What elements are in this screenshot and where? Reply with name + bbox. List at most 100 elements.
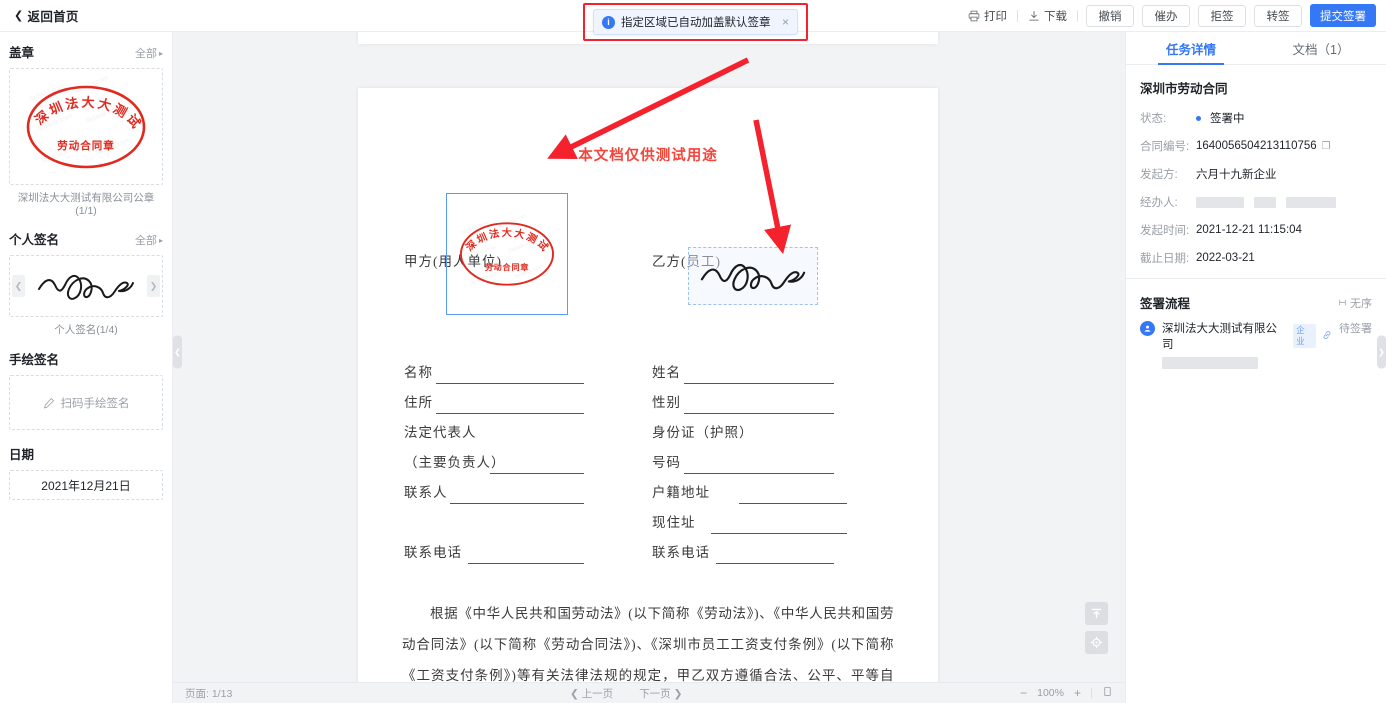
date-section-title: 日期 <box>9 448 35 462</box>
detail-row-status: 状态: 签署中 <box>1140 110 1372 126</box>
personal-sign-section-header: 个人签名 全部 ▸ <box>9 229 163 248</box>
placed-seal-field[interactable]: 深圳法大大测试有限公司 劳动合同章 fadada.com fadada.com … <box>446 193 568 315</box>
copy-icon[interactable]: ❐ <box>1322 141 1331 152</box>
field-line-left <box>450 503 584 504</box>
personal-signature-card[interactable]: ❮ ❯ <box>9 255 163 317</box>
detail-value: 六月十九新企业 <box>1196 169 1277 181</box>
scan-handwrite-sign-label: 扫码手绘签名 <box>60 397 130 410</box>
redacted-block <box>1254 196 1276 208</box>
fit-page-icon <box>1104 686 1111 697</box>
info-icon: i <box>602 15 615 29</box>
field-line-left <box>436 413 584 414</box>
zoom-in-button[interactable]: + <box>1074 686 1081 700</box>
signer-line: 深圳法大大测试有限公司 企业 <box>1162 320 1332 352</box>
seal-caption: 深圳法大大测试有限公司公章(1/1) <box>17 192 155 217</box>
seal-view-all-label: 全部 <box>134 48 157 60</box>
detail-value: 2021-12-21 11:15:04 <box>1196 224 1302 236</box>
detail-key: 发起方: <box>1140 169 1178 181</box>
unordered-icon <box>1339 299 1346 306</box>
submit-sign-button[interactable]: 提交签署 <box>1310 4 1376 27</box>
back-home-label: 返回首页 <box>27 10 79 24</box>
print-button[interactable]: 打印 <box>958 8 1017 24</box>
handwritten-signature-image <box>38 274 134 300</box>
placed-handwritten-signature-image <box>700 263 806 292</box>
field-line-left <box>436 383 584 384</box>
pencil-icon <box>43 397 54 408</box>
next-signature-arrow[interactable]: ❯ <box>147 275 160 297</box>
prev-page-button[interactable]: ❮ 上一页 <box>570 686 613 701</box>
download-button[interactable]: 下载 <box>1018 8 1077 24</box>
auto-seal-toast: i 指定区域已自动加盖默认签章 × <box>593 9 798 35</box>
status-badge: 签署中 <box>1210 113 1245 125</box>
revoke-button[interactable]: 撤销 <box>1086 4 1134 27</box>
locate-signature-button[interactable] <box>1085 631 1108 654</box>
seal-thumbnail-card[interactable]: 深圳法大大测试有限公司 劳动合同章 fadada.com fadada.com … <box>9 68 163 185</box>
detail-value: 1640056504213110756 ❐ <box>1196 140 1331 152</box>
top-actions: 打印 下载 撤销 催办 拒签 转签 提交签署 <box>958 0 1386 31</box>
personal-signature-caption: 个人签名(1/4) <box>54 324 118 336</box>
collapse-right-panel-handle[interactable]: ❯ <box>1377 335 1386 368</box>
field-label-left: 名称 <box>404 365 433 380</box>
field-line-right <box>684 383 834 384</box>
close-icon[interactable]: × <box>782 15 789 29</box>
detail-row-initiator: 发起方: 六月十九新企业 <box>1140 166 1372 182</box>
contract-number: 1640056504213110756 <box>1196 140 1317 152</box>
field-label-right: 号码 <box>652 455 681 470</box>
sign-flow-order-label: 无序 <box>1350 297 1372 310</box>
fit-page-button[interactable] <box>1102 686 1113 700</box>
field-line-right <box>711 533 847 534</box>
seal-view-all-button[interactable]: 全部 ▸ <box>135 45 163 61</box>
urge-button[interactable]: 催办 <box>1142 4 1190 27</box>
zoom-out-button[interactable]: − <box>1020 686 1027 700</box>
svg-text:fadada.com: fadada.com <box>73 74 110 94</box>
next-page-button[interactable]: 下一页 ❯ <box>639 686 682 701</box>
task-detail-panel: 任务详情 文档（1） 深圳市劳动合同 状态: 签署中 合同编号: 1640056… <box>1125 32 1386 703</box>
field-label-left: 住所 <box>404 395 433 410</box>
detail-row-start-time: 发起时间: 2021-12-21 11:15:04 <box>1140 222 1372 238</box>
scroll-to-top-button[interactable] <box>1085 602 1108 625</box>
sign-flow-order: 无序 <box>1338 295 1372 311</box>
field-line-right <box>716 563 834 564</box>
detail-value: 签署中 <box>1196 110 1245 126</box>
link-icon[interactable] <box>1322 327 1332 345</box>
tab-task-detail[interactable]: 任务详情 <box>1126 32 1256 64</box>
toast-highlight-box: i 指定区域已自动加盖默认签章 × <box>583 3 808 41</box>
watermark-inner: 本文档仅供测试用途 <box>578 148 718 164</box>
date-stamp-card[interactable]: 2021年12月21日 <box>9 470 163 500</box>
tab-documents[interactable]: 文档（1） <box>1256 32 1386 64</box>
field-label-right: 身份证（护照） <box>652 425 754 440</box>
signer-status: 待签署 <box>1339 323 1372 335</box>
detail-key: 截止日期: <box>1140 253 1190 265</box>
transfer-sign-button[interactable]: 转签 <box>1254 4 1302 27</box>
back-home-button[interactable]: ❮ 返回首页 <box>0 6 79 25</box>
page-indicator-value: 1/13 <box>211 687 233 700</box>
field-label-right: 现住址 <box>652 515 696 530</box>
avatar <box>1140 321 1155 336</box>
field-line-right <box>739 503 847 504</box>
page-indicator: 页面: 1/13 <box>173 686 232 701</box>
reject-sign-button[interactable]: 拒签 <box>1198 4 1246 27</box>
detail-row-deadline: 截止日期: 2022-03-21 <box>1140 250 1372 266</box>
field-label-right: 性别 <box>652 395 681 410</box>
placed-signature-field[interactable] <box>688 247 818 305</box>
zoom-divider <box>1090 688 1092 698</box>
scan-handwrite-sign-button[interactable]: 扫码手绘签名 <box>9 375 163 430</box>
prev-signature-arrow[interactable]: ❮ <box>12 275 25 297</box>
field-label-left: 法定代表人 <box>404 425 477 440</box>
link-glyph-icon <box>1323 331 1331 339</box>
document-content: 甲方(用人单位) 乙方(员工) 深圳法大大测试有限公司 劳动合同章 <box>358 193 938 682</box>
target-icon <box>1090 636 1103 649</box>
placed-company-seal-image: 深圳法大大测试有限公司 劳动合同章 fadada.com fadada.com … <box>448 208 555 287</box>
chevron-left-icon: ❮ <box>14 10 24 22</box>
seal-section-title: 盖章 <box>9 46 35 60</box>
collapse-left-panel-handle[interactable]: ❮ <box>173 335 182 368</box>
personal-sign-view-all-button[interactable]: 全部 ▸ <box>135 232 163 248</box>
signer-info: 深圳法大大测试有限公司 企业 <box>1162 320 1332 369</box>
sign-flow-header: 签署流程 无序 <box>1126 279 1386 320</box>
detail-row-contract-no: 合同编号: 1640056504213110756 ❐ <box>1140 138 1372 154</box>
field-label-left: 联系电话 <box>404 545 462 560</box>
form-row: 住所 性别 <box>358 391 938 421</box>
field-line-right <box>684 413 834 414</box>
document-scroll-area[interactable]: 本文档仅供测试用途 本文档仅供测试用途 甲方(用人单位) 乙方(员工) <box>173 32 1125 682</box>
toolbar-divider-2 <box>1077 9 1078 22</box>
